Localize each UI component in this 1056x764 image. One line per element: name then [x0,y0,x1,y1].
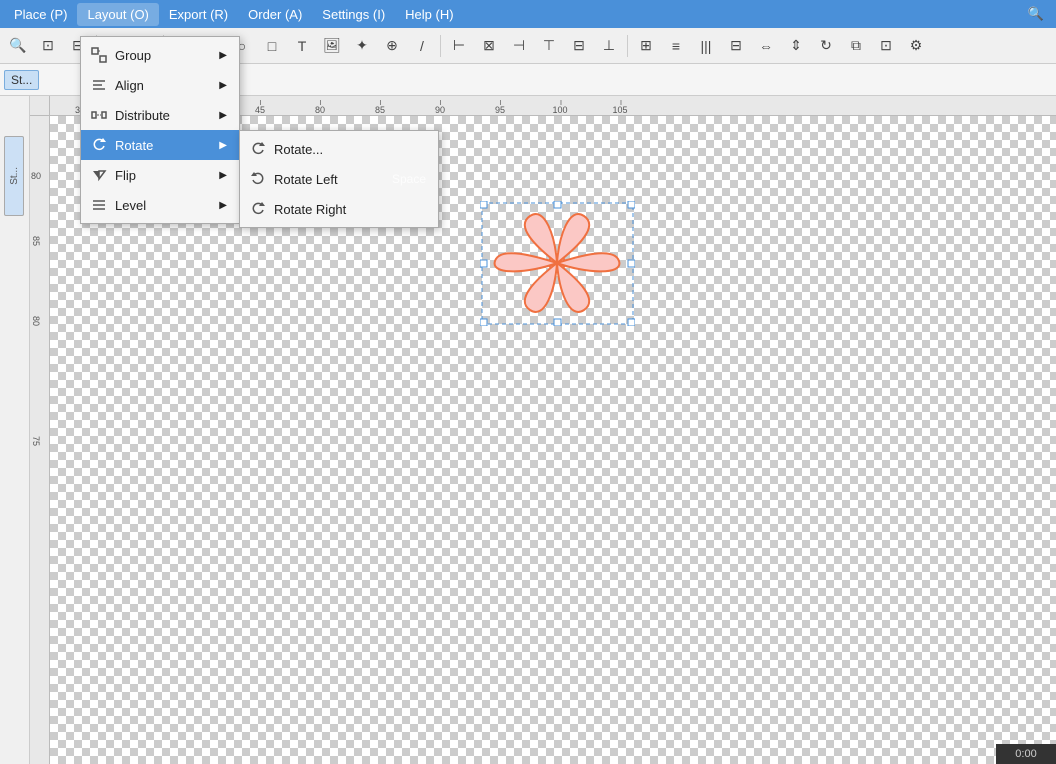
page-indicator-text: St... [9,167,20,185]
statusbar: 0:00 [996,744,1056,764]
tick-45: 45 [255,105,265,115]
left-panel: St... [0,96,30,764]
ruler-corner [30,96,50,116]
tick-85: 85 [375,105,385,115]
sep4 [627,35,628,57]
level-icon [89,195,109,215]
duplicate-btn[interactable]: ⧉ [842,32,870,60]
search-icon[interactable]: 🔍 [1020,2,1052,26]
distribute-arrow: ▶ [219,110,227,121]
rect-btn[interactable]: □ [258,32,286,60]
zoom-out-btn[interactable]: 🔍 [4,32,32,60]
rotate-right-icon [248,199,268,219]
rotate-cw-btn[interactable]: ↻ [812,32,840,60]
group-arrow: ▶ [219,50,227,61]
tick-90: 90 [435,105,445,115]
settings-cog-btn[interactable]: ⚙ [902,32,930,60]
tick-100: 100 [552,105,567,115]
rotate-left-icon [248,169,268,189]
selected-object[interactable] [480,201,635,326]
distribute-icon [89,105,109,125]
rotate-label: Rotate [115,138,153,153]
tick-95: 95 [495,105,505,115]
rows-btn[interactable]: ≡ [662,32,690,60]
cols-btn[interactable]: ||| [692,32,720,60]
page-indicator: St... [4,136,24,216]
menu-item-rotate[interactable]: Rotate ▶ Rotate... Rotate Left Space [81,130,239,160]
flip-arrow: ▶ [219,170,227,181]
menu-help[interactable]: Help (H) [395,3,463,26]
submenu-item-rotate-right[interactable]: Rotate Right [240,194,438,224]
menu-item-flip[interactable]: Flip ▶ [81,160,239,190]
level-label: Level [115,198,146,213]
flip-icon [89,165,109,185]
submenu-item-rotate-dialog[interactable]: Rotate... [240,134,438,164]
align-bottom-btn[interactable]: ⊥ [595,32,623,60]
align-top-btn[interactable]: ⊤ [535,32,563,60]
distribute-label: Distribute [115,108,170,123]
rotate-dialog-label: Rotate... [274,142,323,157]
group-label: Group [115,48,151,63]
rotate-left-label: Rotate Left [274,172,338,187]
align-icon [89,75,109,95]
state-label: St... [4,70,39,90]
statusbar-time: 0:00 [1015,748,1036,760]
menu-item-align[interactable]: Align ▶ [81,70,239,100]
menubar: Place (P) Layout (O) Export (R) Order (A… [0,0,1056,28]
distribute-h-btn[interactable]: ⊟ [722,32,750,60]
image-btn[interactable]: 🖼 [318,32,346,60]
rotate-icon [89,135,109,155]
tick-80: 80 [315,105,325,115]
flip-label: Flip [115,168,136,183]
node-btn[interactable]: ⊕ [378,32,406,60]
submenu-item-rotate-left[interactable]: Rotate Left Space [240,164,438,194]
table-btn[interactable]: ⊞ [632,32,660,60]
rotate-left-shortcut: Space [392,172,426,186]
layout-dropdown-menu: Group ▶ Align ▶ Distribute ▶ Rotate ▶ [80,36,240,224]
align-center-btn[interactable]: ⊠ [475,32,503,60]
line-btn[interactable]: / [408,32,436,60]
group-btn[interactable]: ⊡ [872,32,900,60]
menu-settings[interactable]: Settings (I) [312,3,395,26]
align-arrow: ▶ [219,80,227,91]
menu-item-distribute[interactable]: Distribute ▶ [81,100,239,130]
menu-place[interactable]: Place (P) [4,3,77,26]
fit-page-btn[interactable]: ⊡ [34,32,62,60]
group-icon [89,45,109,65]
ruler-left: 80 85 80 75 [30,116,50,764]
shape-btn[interactable]: ✦ [348,32,376,60]
rotate-submenu: Rotate... Rotate Left Space Rotate Right [239,130,439,228]
menu-layout[interactable]: Layout (O) [77,3,158,26]
menu-export[interactable]: Export (R) [159,3,238,26]
sep3 [440,35,441,57]
menu-order[interactable]: Order (A) [238,3,312,26]
flip-v-btn[interactable]: ⇕ [782,32,810,60]
flip-h-btn[interactable]: ⇔ [752,32,780,60]
align-left-btn[interactable]: ⊢ [445,32,473,60]
rotate-dialog-icon [248,139,268,159]
align-right-btn[interactable]: ⊣ [505,32,533,60]
level-arrow: ▶ [219,200,227,211]
menu-item-group[interactable]: Group ▶ [81,40,239,70]
text-btn[interactable]: T [288,32,316,60]
rotate-arrow: ▶ [219,140,227,151]
rotate-right-label: Rotate Right [274,202,346,217]
menu-item-level[interactable]: Level ▶ [81,190,239,220]
align-middle-btn[interactable]: ⊟ [565,32,593,60]
align-label: Align [115,78,144,93]
tick-105: 105 [612,105,627,115]
